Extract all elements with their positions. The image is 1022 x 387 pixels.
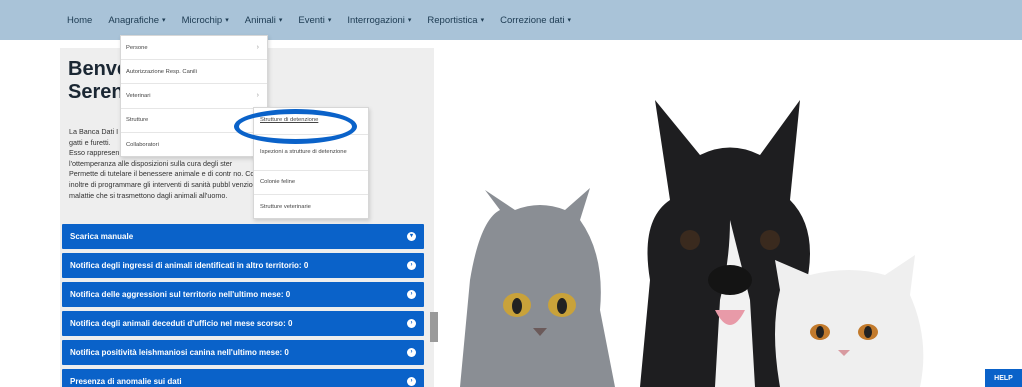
accordion-item[interactable]: Presenza di anomalie sui dati › [62, 369, 424, 387]
nav-item-label: Home [67, 14, 93, 26]
caret-down-icon: ▾ [327, 17, 332, 24]
submenu-item-label: Ispezioni a strutture di detenzione [260, 148, 347, 155]
chevron-icon: › [407, 377, 416, 386]
help-button[interactable]: HELP [985, 369, 1022, 387]
nav-item-microchip[interactable]: Microchip ▾ [182, 15, 229, 26]
submenu-item-label: Colonie feline [260, 178, 296, 185]
submenu-item-label: Strutture veterinarie [260, 203, 311, 210]
submenu-item[interactable]: Colonie feline [254, 171, 368, 195]
nav-item-correzione-dati[interactable]: Correzione dati ▾ [500, 15, 571, 26]
highlight-ellipse [234, 109, 357, 144]
caret-down-icon: ▾ [407, 17, 412, 24]
white-cat [775, 255, 924, 387]
accordion-item[interactable]: Scarica manuale ▾ [62, 224, 424, 249]
nav-item-reportistica[interactable]: Reportistica ▾ [427, 15, 484, 26]
chevron-icon: › [407, 319, 416, 328]
scrollbar-edge [430, 312, 438, 342]
caret-down-icon: ▾ [567, 17, 572, 24]
nav-item-label: Interrogazioni [347, 14, 405, 26]
nav-item-interrogazioni[interactable]: Interrogazioni ▾ [347, 15, 411, 26]
pets-image [460, 100, 924, 387]
caret-down-icon: ▾ [480, 17, 485, 24]
nav-item-animali[interactable]: Animali ▾ [245, 15, 283, 26]
nav-item-home[interactable]: Home [67, 15, 92, 26]
menu-item-autorizzazione-resp-canili[interactable]: Autorizzazione Resp. Canili [121, 60, 267, 85]
accordion-item[interactable]: Notifica degli animali deceduti d'uffici… [62, 311, 424, 336]
chevron-icon: › [407, 290, 416, 299]
menu-item-label: Persone [126, 44, 148, 51]
accordion-item[interactable]: Notifica positività leishmaniosi canina … [62, 340, 424, 365]
menu-item-label: Collaboratori [126, 141, 159, 148]
nav-item-label: Correzione dati [500, 14, 565, 26]
accordion-item[interactable]: Notifica degli ingressi di animali ident… [62, 253, 424, 278]
nav-item-label: Animali [244, 14, 276, 26]
menu-item-persone[interactable]: Persone › [121, 36, 267, 61]
caret-down-icon: ▾ [278, 17, 283, 24]
top-navbar: Home Anagrafiche ▾ Microchip ▾ Animali ▾ Eventi… [0, 0, 1022, 40]
chevron-icon: ▾ [407, 232, 416, 241]
nav-item-label: Microchip [181, 14, 223, 26]
nav-item-eventi[interactable]: Eventi ▾ [298, 15, 331, 26]
accordion-label: Notifica degli animali deceduti d'uffici… [70, 319, 293, 328]
caret-down-icon: ▾ [225, 17, 229, 24]
nav-item-label: Anagrafiche [108, 14, 160, 26]
accordion-label: Notifica degli ingressi di animali ident… [70, 261, 309, 270]
submenu-item[interactable]: Strutture veterinarie [254, 195, 368, 220]
accordion-label: Notifica positività leishmaniosi canina … [70, 348, 289, 357]
caret-down-icon: ▾ [162, 17, 166, 24]
nav-item-label: Reportistica [427, 14, 478, 26]
menu-item-veterinari[interactable]: Veterinari › [121, 84, 267, 109]
anagrafiche-dropdown: Persone › Autorizzazione Resp. Canili Veter… [120, 35, 268, 157]
chevron-right-icon: › [256, 44, 259, 52]
nav-item-anagrafiche[interactable]: Anagrafiche ▾ [108, 15, 165, 26]
nav-item-label: Eventi [298, 14, 325, 26]
notification-accordion: Scarica manuale ▾ Notifica degli ingressi … [62, 224, 424, 387]
chevron-right-icon: › [256, 92, 259, 100]
menu-item-label: Autorizzazione Resp. Canili [126, 68, 197, 75]
accordion-label: Notifica delle aggressioni sul territori… [70, 290, 291, 299]
accordion-label: Presenza di anomalie sui dati [70, 377, 182, 386]
accordion-item[interactable]: Notifica delle aggressioni sul territori… [62, 282, 424, 307]
menu-item-label: Veterinari [126, 92, 151, 99]
accordion-label: Scarica manuale [70, 232, 134, 241]
grey-cat [460, 188, 615, 387]
menu-item-label: Strutture [126, 117, 149, 124]
chevron-icon: › [407, 348, 416, 357]
chevron-icon: › [407, 261, 416, 270]
